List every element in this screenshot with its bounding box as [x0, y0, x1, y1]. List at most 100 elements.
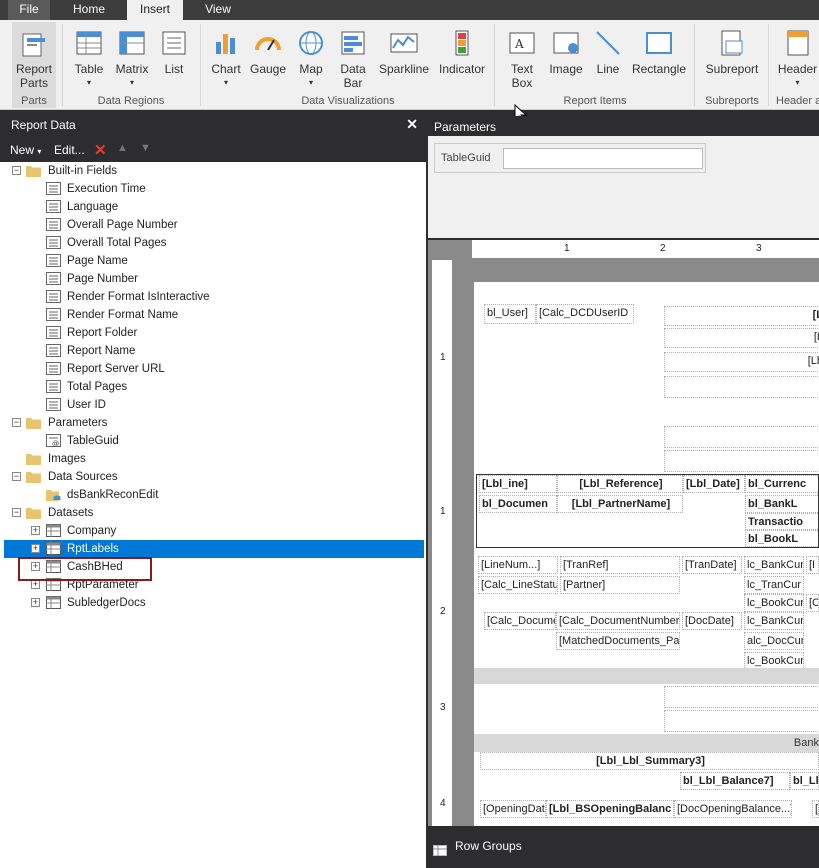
tab-home[interactable]: Home [60, 0, 118, 20]
expand-icon[interactable]: + [31, 598, 40, 607]
report-textbox[interactable]: [L [664, 328, 819, 348]
table-data-cell[interactable]: [I [806, 556, 819, 574]
table-data-cell[interactable]: [LineNum...] [478, 556, 558, 574]
field-icon [46, 218, 61, 231]
report-textbox[interactable]: bl_Lbl_Balance7] [680, 772, 790, 790]
report-textbox[interactable]: [ [812, 800, 819, 818]
table-data-cell[interactable]: [Calc_DocumentNumber] [556, 612, 680, 630]
table-data-cell[interactable]: [TranDate] [682, 556, 742, 574]
tree-node-data-source[interactable]: dsBankReconEdit [4, 486, 424, 504]
subreport-label: Subreport [705, 62, 759, 76]
tree-node-built-in-fields[interactable]: − Built-in Fields [4, 162, 424, 180]
table-data-cell[interactable]: [MatchedDocuments_Part [556, 632, 680, 650]
table-header-cell[interactable]: [Lbl_Reference] [557, 475, 683, 493]
tree-node-field[interactable]: Language [4, 198, 424, 216]
tree-node-field[interactable]: Report Name [4, 342, 424, 360]
tree-node-field[interactable]: Overall Total Pages [4, 234, 424, 252]
tree-node-field[interactable]: Render Format Name [4, 306, 424, 324]
parameter-label: TableGuid [441, 152, 491, 164]
collapse-icon[interactable]: − [12, 166, 21, 175]
tree-node-parameters[interactable]: − Parameters [4, 414, 424, 432]
parameter-input[interactable] [503, 148, 703, 169]
table-data-cell[interactable]: lc_BookCur [744, 594, 804, 612]
table-data-cell[interactable]: alc_DocCur [744, 632, 804, 650]
tree-node-data-sources[interactable]: − Data Sources [4, 468, 424, 486]
table-data-cell[interactable]: [DocDate] [682, 612, 742, 630]
tree-node-field[interactable]: User ID [4, 396, 424, 414]
tab-view[interactable]: View [192, 0, 244, 20]
table-data-cell[interactable]: [C [806, 594, 819, 612]
report-textbox[interactable]: [ [664, 450, 819, 472]
collapse-icon[interactable]: − [12, 508, 21, 517]
tree-node-field[interactable]: Report Server URL [4, 360, 424, 378]
table-data-cell[interactable]: [Calc_LineStatu [478, 576, 558, 594]
tree-node-datasets[interactable]: − Datasets [4, 504, 424, 522]
tree-node-dataset[interactable]: + Company [4, 522, 424, 540]
report-textbox[interactable]: [Lbl_BSOpeningBalanc [546, 800, 674, 818]
report-textbox[interactable]: [OpeningDate [480, 800, 546, 818]
expand-icon[interactable]: + [31, 526, 40, 535]
report-textbox[interactable]: [Lbl_Lbl_Summary3] [480, 752, 819, 770]
table-data-cell[interactable]: lc_BankCur [744, 556, 804, 574]
field-icon [46, 290, 61, 303]
close-icon[interactable]: ✕ [406, 116, 418, 133]
tab-insert[interactable]: Insert [127, 0, 183, 20]
parameters-area: TableGuid [428, 136, 819, 238]
tree-node-field[interactable]: Execution Time [4, 180, 424, 198]
table-data-cell[interactable]: lc_TranCur [744, 576, 804, 594]
tree-node-dataset[interactable]: + SubledgerDocs [4, 594, 424, 612]
table-data-cell[interactable]: [TranRef] [560, 556, 680, 574]
table-header-cell[interactable]: bl_BookL [745, 530, 819, 547]
row-groups-label: Row Groups [455, 839, 522, 853]
tree-node-parameter[interactable]: @ TableGuid [4, 432, 424, 450]
table-header-cell[interactable]: bl_Documen [479, 495, 557, 513]
delete-icon[interactable]: ✕ [94, 141, 107, 159]
tree-node-field[interactable]: Total Pages [4, 378, 424, 396]
report-design-canvas[interactable]: 1 2 3 1 1 2 3 4 bl_User] [Calc_DCDUserID… [428, 240, 819, 826]
ruler-tick: 1 [564, 243, 570, 254]
report-textbox[interactable]: [ [664, 710, 819, 732]
edit-button[interactable]: Edit... [54, 143, 85, 157]
new-button[interactable]: New ▾ [10, 143, 41, 157]
move-down-icon[interactable]: ▼ [140, 142, 151, 154]
table-header-cell[interactable]: [Lbl_Date] [683, 475, 745, 493]
report-table[interactable]: [Lbl_ine] [Lbl_Reference] [Lbl_Date] bl_… [476, 474, 819, 548]
table-data-cell[interactable]: [Calc_Docume [484, 612, 556, 630]
line-icon [596, 31, 620, 55]
report-textbox[interactable]: [Lb [664, 352, 819, 372]
tree-node-field[interactable]: Overall Page Number [4, 216, 424, 234]
report-textbox[interactable]: bl_User] [484, 304, 536, 324]
collapse-icon[interactable]: − [12, 418, 21, 427]
report-textbox[interactable]: bl_Ll [790, 772, 819, 790]
report-textbox[interactable]: [ [664, 426, 819, 448]
report-data-panel: Report Data ✕ New ▾ Edit... ✕ ▲ ▼ − Built… [0, 110, 426, 868]
list-icon [162, 31, 186, 55]
report-textbox[interactable]: [L [664, 306, 819, 326]
table-data-cell[interactable]: lc_BankCur [744, 612, 804, 630]
tree-node-field[interactable]: Page Name [4, 252, 424, 270]
table-header-cell[interactable]: [Lbl_ine] [479, 475, 557, 493]
tree-node-field[interactable]: Page Number [4, 270, 424, 288]
table-header-cell[interactable]: [Lbl_PartnerName] [557, 495, 683, 513]
tree-node-images[interactable]: Images [4, 450, 424, 468]
indicator-label: Indicator [438, 62, 486, 76]
report-textbox[interactable]: [Calc_DCDUserID [536, 304, 634, 324]
expand-icon[interactable]: + [31, 580, 40, 589]
tree-node-field[interactable]: Report Folder [4, 324, 424, 342]
tab-file[interactable]: File [8, 0, 50, 20]
ruler-tick: 1 [440, 352, 446, 363]
new-label: New [10, 143, 35, 157]
collapse-icon[interactable]: − [12, 472, 21, 481]
move-up-icon[interactable]: ▲ [117, 142, 128, 154]
table-header-cell[interactable]: bl_BankL [745, 495, 819, 513]
report-textbox[interactable]: [ [664, 686, 819, 708]
tree-node-field[interactable]: Render Format IsInteractive [4, 288, 424, 306]
table-header-cell[interactable]: bl_Currenc [745, 475, 819, 493]
table-header-cell[interactable]: Transactio [745, 513, 819, 530]
expand-icon[interactable]: + [31, 544, 40, 553]
designer-panel: Parameters TableGuid 1 2 3 1 1 2 3 4 bl_… [428, 116, 819, 868]
table-data-cell[interactable]: [Partner] [560, 576, 680, 594]
tree-node-dataset-selected[interactable]: + RptLabels [4, 540, 424, 558]
report-textbox[interactable]: [DocOpeningBalance...] [674, 800, 792, 818]
text-box-icon: A [509, 32, 535, 54]
